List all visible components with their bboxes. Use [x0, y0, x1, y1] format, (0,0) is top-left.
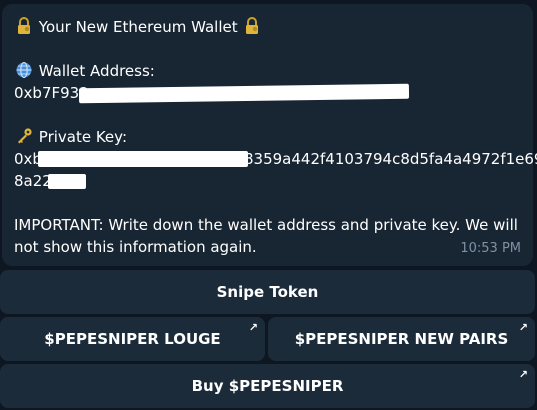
important-line-2: not show this information again. [14, 238, 257, 256]
private-key-label: Private Key: [38, 128, 128, 146]
key-icon [14, 126, 34, 148]
wallet-title-line: Your New Ethereum Wallet [14, 16, 521, 38]
private-key-redaction-2 [48, 174, 86, 189]
private-key-line2-start: 8a22 [14, 172, 52, 190]
address-value-start: 0xb7F932 [14, 84, 89, 102]
lock-with-key-icon [242, 16, 262, 38]
message-timestamp: 10:53 PM [460, 241, 521, 256]
address-label-line: Wallet Address: [14, 60, 521, 82]
important-line-1: IMPORTANT: Write down the wallet address… [14, 216, 518, 234]
private-key-end: 8359a442f4103794c8d5fa4a4972f1e69 [244, 150, 537, 168]
private-key-line-2[interactable]: 8a22 [14, 170, 521, 192]
pepesniper-new-pairs-label: $PEPESNIPER NEW PAIRS [294, 330, 509, 348]
address-value-line[interactable]: 0xb7F932 [14, 82, 521, 104]
private-key-line-1[interactable]: 0xb 8359a442f4103794c8d5fa4a4972f1e69 [14, 148, 537, 170]
pepesniper-lounge-label: $PEPESNIPER LOUGE [44, 330, 221, 348]
snipe-token-label: Snipe Token [216, 283, 319, 301]
external-arrow-icon: ↗ [248, 321, 258, 334]
message-bubble: Your New Ethereum Wallet Wallet Address:… [2, 4, 537, 266]
external-arrow-icon: ↗ [518, 321, 528, 334]
buy-pepesniper-label: Buy $PEPESNIPER [191, 377, 344, 395]
address-redaction [78, 83, 410, 104]
external-arrow-icon: ↗ [518, 368, 528, 381]
buy-pepesniper-button[interactable]: Buy $PEPESNIPER ↗ [0, 364, 535, 408]
lock-with-key-icon [14, 16, 34, 38]
pepesniper-new-pairs-button[interactable]: $PEPESNIPER NEW PAIRS ↗ [268, 317, 535, 361]
pepesniper-lounge-button[interactable]: $PEPESNIPER LOUGE ↗ [0, 317, 265, 361]
snipe-token-button[interactable]: Snipe Token [0, 270, 535, 314]
private-key-label-line: Private Key: [14, 126, 521, 148]
private-key-redaction-1 [38, 151, 248, 167]
address-label: Wallet Address: [38, 62, 155, 80]
globe-icon [14, 60, 34, 82]
wallet-title: Your New Ethereum Wallet [38, 18, 238, 36]
